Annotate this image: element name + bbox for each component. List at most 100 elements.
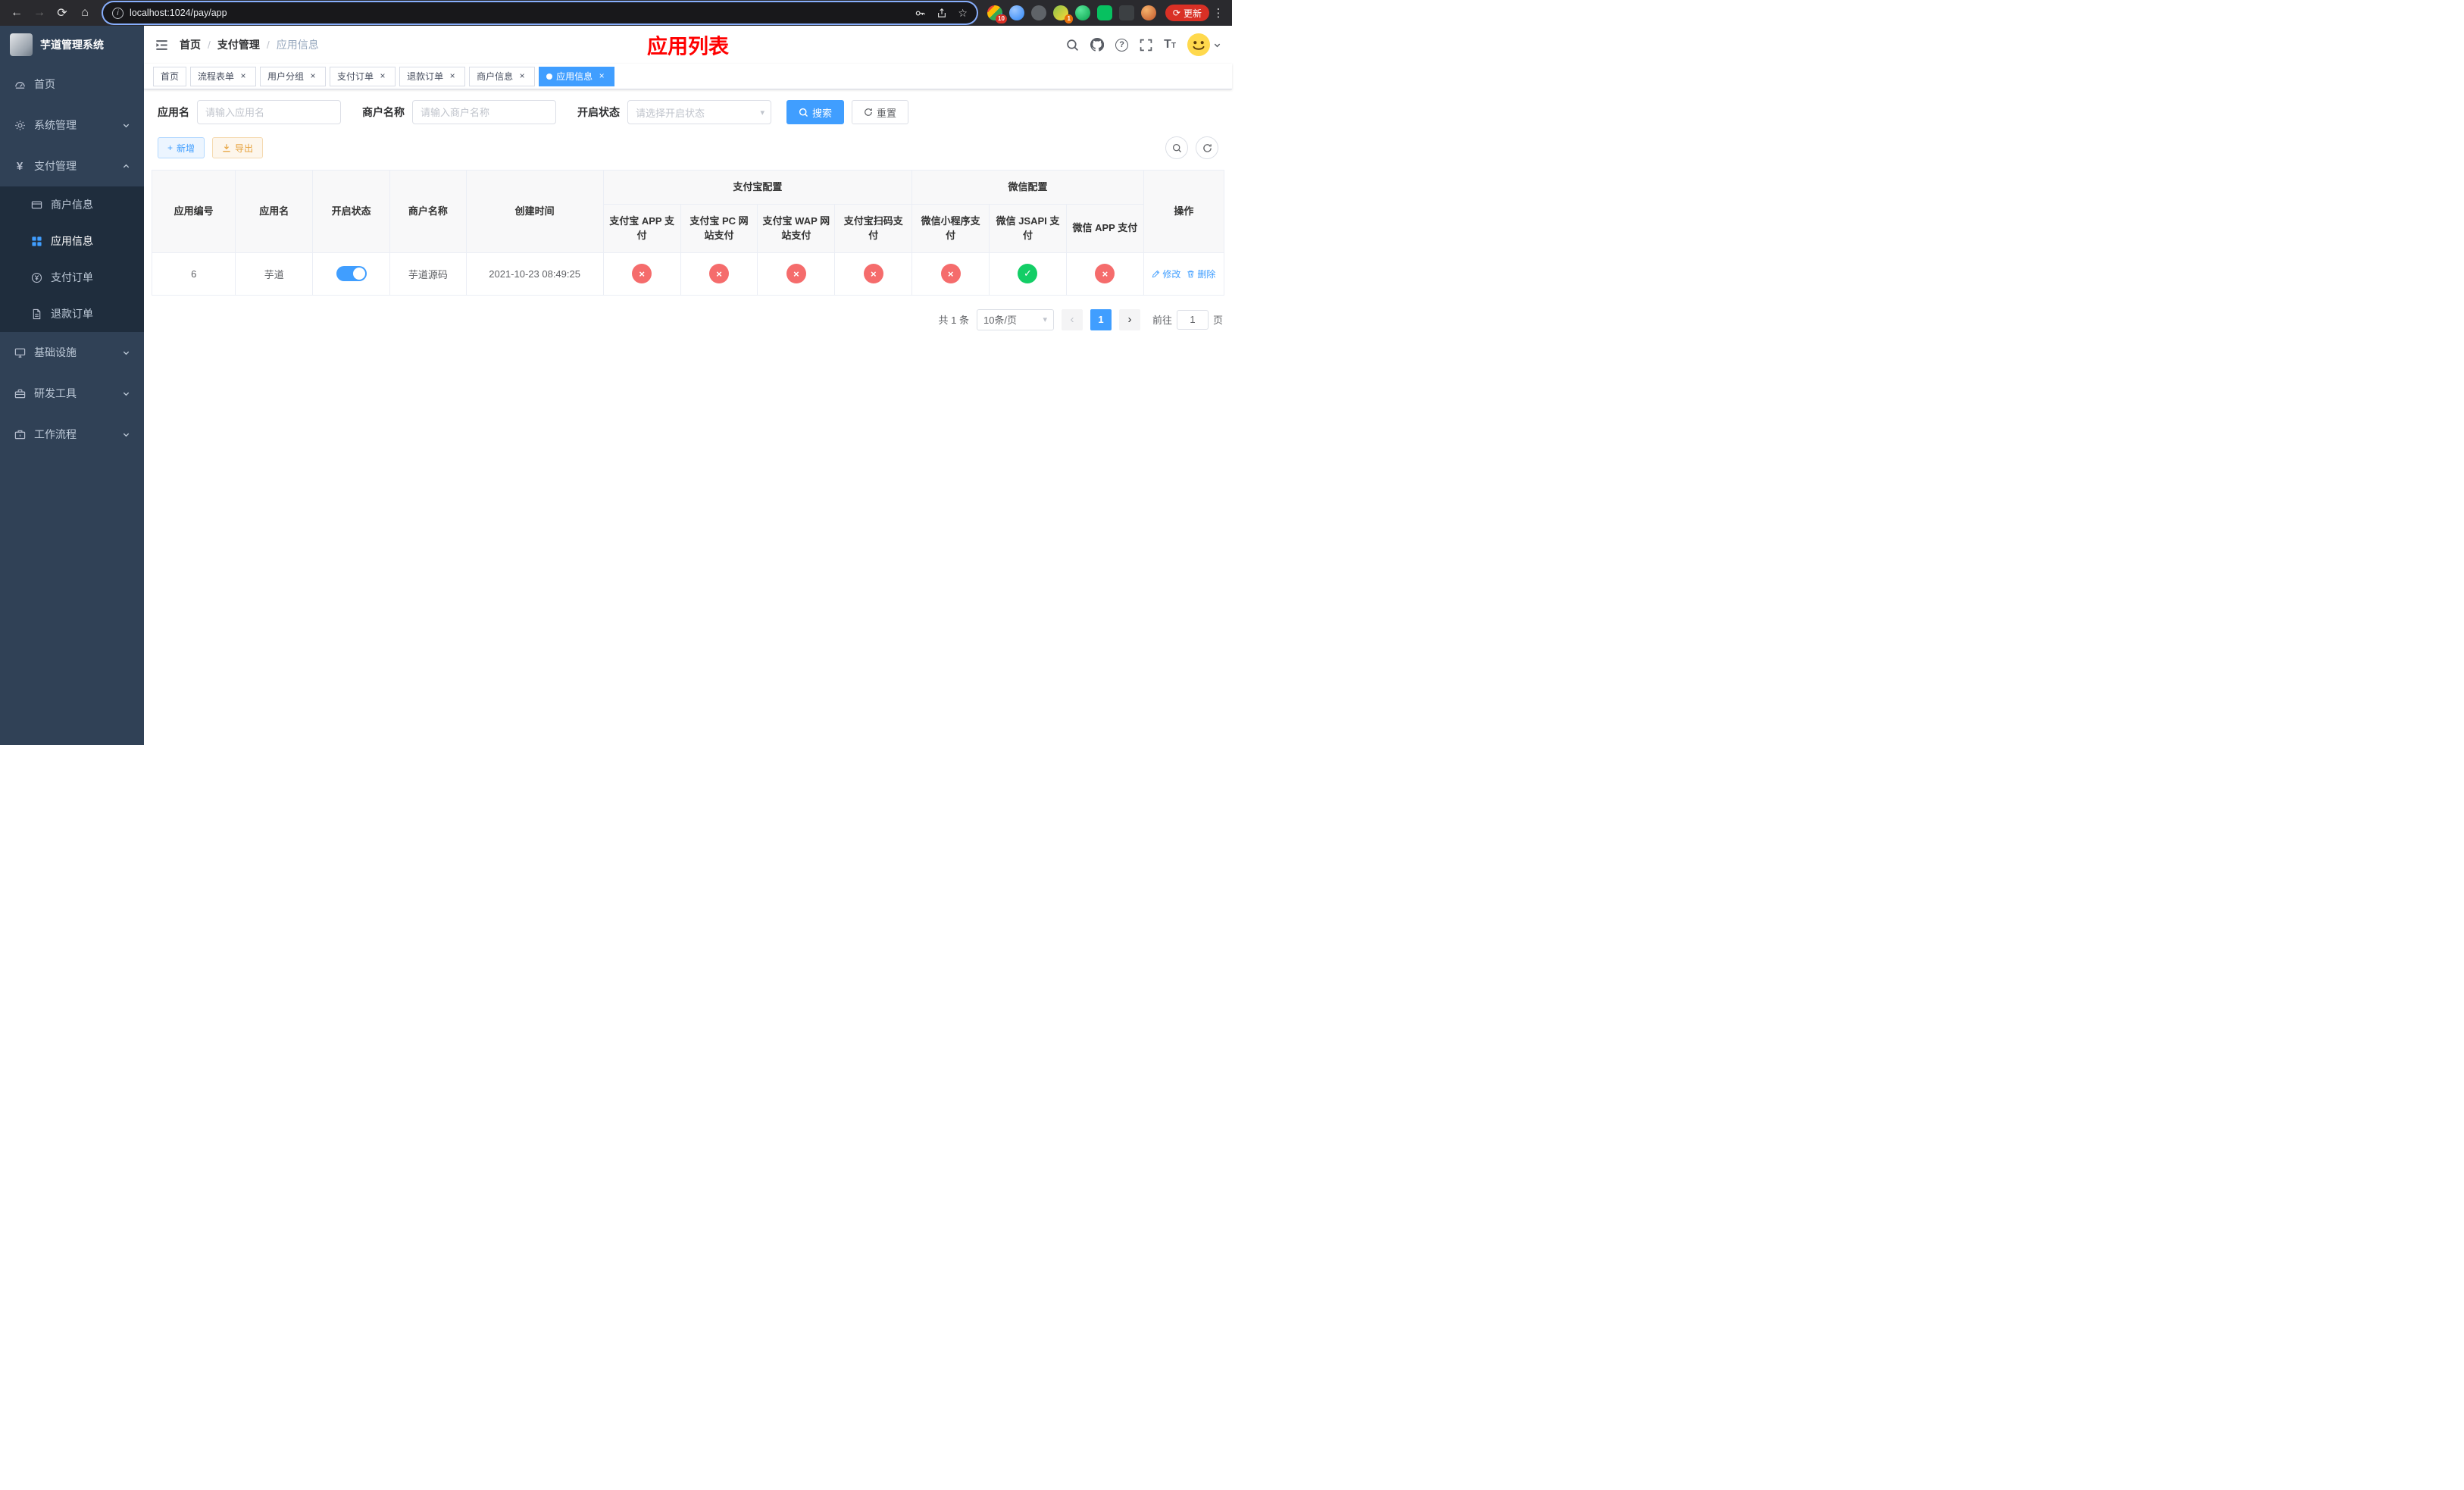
browser-back-icon[interactable]: ← [6, 2, 27, 23]
tab-close-icon[interactable]: × [308, 70, 318, 82]
profile-avatar-extension-icon[interactable]: 1 [1052, 5, 1073, 23]
sidebar-item-dev-tools[interactable]: 研发工具 [0, 373, 144, 414]
chevron-down-icon: ▾ [760, 108, 765, 117]
browser-reload-icon[interactable]: ⟳ [52, 2, 73, 23]
yen-icon: ¥ [16, 159, 23, 173]
download-icon [223, 144, 230, 152]
cell-app-id: 6 [151, 252, 236, 296]
sidebar-subitem-payment-order[interactable]: 支付订单 [0, 259, 144, 296]
col-header-wechat-app: 微信 APP 支付 [1065, 203, 1144, 253]
page-size-select[interactable]: 10条/页 ▾ [976, 308, 1054, 330]
user-avatar-menu[interactable] [1187, 33, 1221, 56]
password-key-icon[interactable] [915, 8, 926, 19]
reset-button[interactable]: 重置 [852, 100, 909, 124]
tab-close-icon[interactable]: × [447, 70, 458, 82]
status-alipay-app-icon: × [632, 264, 652, 283]
url-text[interactable]: localhost:1024/pay/app [130, 8, 227, 18]
chevron-down-icon [122, 121, 130, 130]
col-header-wechat-jsapi: 微信 JSAPI 支付 [989, 203, 1067, 253]
status-toggle[interactable] [336, 266, 367, 281]
tab-home[interactable]: 首页 [153, 66, 187, 86]
fullscreen-icon[interactable] [1140, 39, 1152, 52]
col-header-alipay-pc: 支付宝 PC 网站支付 [680, 203, 758, 253]
goto-label: 前往 [1152, 315, 1172, 326]
browser-home-icon[interactable]: ⌂ [74, 2, 95, 23]
group-header-alipay: 支付宝配置 [602, 170, 913, 205]
reset-button-label: 重置 [877, 107, 897, 119]
search-icon[interactable] [1066, 39, 1079, 52]
browser-menu-icon[interactable]: ⋮ [1211, 6, 1226, 20]
tab-label: 首页 [161, 71, 180, 82]
toggle-search-button[interactable] [1165, 136, 1188, 159]
tab-close-icon[interactable]: × [238, 70, 249, 82]
cell-wechat-app: × [1065, 252, 1144, 296]
chat-extension-icon[interactable] [1096, 5, 1112, 20]
dark-globe-extension-icon[interactable] [1030, 5, 1046, 20]
sidebar-item-payment-management[interactable]: ¥ 支付管理 [0, 146, 144, 186]
breadcrumb-home[interactable]: 首页 [180, 37, 201, 52]
tab-close-icon[interactable]: × [596, 70, 607, 82]
address-bar[interactable]: i localhost:1024/pay/app ☆ [103, 2, 977, 23]
tab-process-form[interactable]: 流程表单 × [190, 66, 257, 86]
sidebar-item-label: 支付订单 [51, 271, 93, 283]
edit-button[interactable]: 修改 [1152, 268, 1180, 280]
plus-icon: + [167, 142, 174, 153]
breadcrumb-current: 应用信息 [276, 39, 319, 51]
github-icon[interactable] [1090, 38, 1105, 52]
prev-page-button[interactable]: ‹ [1061, 308, 1083, 330]
search-button[interactable]: 搜索 [786, 100, 845, 124]
next-page-button[interactable]: › [1118, 308, 1140, 330]
puzzle-extensions-icon[interactable] [1118, 5, 1134, 20]
tab-label: 用户分组 [267, 71, 305, 82]
add-button-label: 新增 [177, 142, 195, 154]
cell-wechat-jsapi: ✓ [989, 252, 1067, 296]
browser-update-button[interactable]: ⟳ 更新 [1165, 5, 1209, 21]
add-button[interactable]: + 新增 [158, 137, 205, 158]
app-logo[interactable]: 芋道管理系统 [0, 26, 144, 64]
tab-user-group[interactable]: 用户分组 × [260, 66, 327, 86]
sidebar-subitem-app-info[interactable]: 应用信息 [0, 223, 144, 259]
sidebar-item-workflow[interactable]: 工作流程 [0, 414, 144, 455]
sidebar-item-system-management[interactable]: 系统管理 [0, 105, 144, 146]
status-select[interactable]: 请选择开启状态 ▾ [627, 100, 771, 124]
tab-payment-order[interactable]: 支付订单 × [330, 66, 396, 86]
document-icon [30, 308, 42, 320]
chevron-up-icon [122, 162, 130, 171]
site-info-icon[interactable]: i [112, 7, 124, 19]
export-button[interactable]: 导出 [212, 137, 264, 158]
top-navbar: 首页 / 支付管理 / 应用信息 应用列表 ? TT [144, 26, 1232, 64]
browser-forward-icon: → [33, 6, 45, 19]
tab-close-icon[interactable]: × [517, 70, 527, 82]
sidebar-item-infrastructure[interactable]: 基础设施 [0, 332, 144, 373]
sidebar-subitem-merchant-info[interactable]: 商户信息 [0, 186, 144, 223]
sidebar-subitem-refund-order[interactable]: 退款订单 [0, 296, 144, 332]
sidebar-fold-icon[interactable] [155, 38, 169, 52]
pencil-icon [1152, 270, 1160, 277]
screenshot-extension-icon[interactable]: 10 [987, 5, 1007, 23]
tab-app-info[interactable]: 应用信息 × [539, 66, 615, 86]
navbar-actions: ? TT [1066, 33, 1221, 56]
green-circle-extension-icon[interactable] [1074, 5, 1090, 20]
tab-label: 流程表单 [198, 71, 235, 82]
delete-button[interactable]: 删除 [1187, 268, 1215, 280]
refresh-table-button[interactable] [1196, 136, 1218, 159]
status-alipay-qr-icon: × [863, 264, 883, 283]
goto-page-input[interactable] [1176, 309, 1209, 330]
tab-close-icon[interactable]: × [377, 70, 388, 82]
bookmark-star-icon[interactable]: ☆ [958, 7, 968, 20]
tab-merchant-info[interactable]: 商户信息 × [469, 66, 536, 86]
merchant-name-input[interactable] [412, 100, 556, 124]
briefcase-icon [14, 429, 26, 440]
col-header-created: 创建时间 [465, 170, 604, 253]
share-icon[interactable] [937, 8, 947, 18]
pagination: 共 1 条 10条/页 ▾ ‹ 1 › 前往 页 [152, 308, 1224, 330]
breadcrumb-payment[interactable]: 支付管理 [217, 37, 260, 52]
help-icon[interactable]: ? [1115, 38, 1129, 52]
water-drop-extension-icon[interactable] [1008, 5, 1024, 20]
font-size-icon[interactable]: TT [1164, 39, 1176, 51]
tab-refund-order[interactable]: 退款订单 × [399, 66, 466, 86]
emoji-avatar-extension-icon[interactable] [1140, 5, 1156, 20]
app-name-input[interactable] [197, 100, 341, 124]
sidebar-item-home[interactable]: 首页 [0, 64, 144, 105]
page-1-button[interactable]: 1 [1090, 308, 1112, 330]
